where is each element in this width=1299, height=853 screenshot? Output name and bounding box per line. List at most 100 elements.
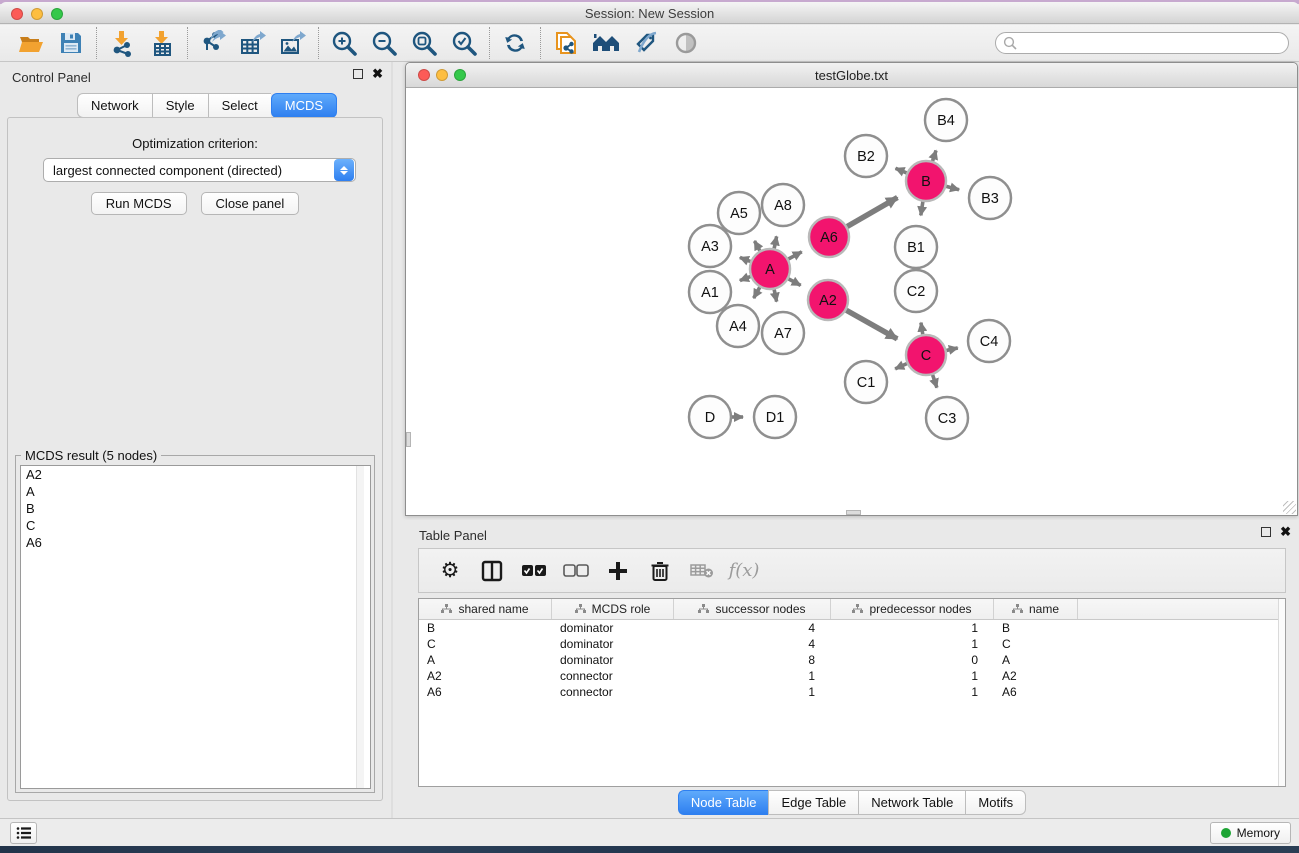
vertical-scroll-thumb[interactable] <box>406 432 411 447</box>
gear-icon: ⚙ <box>441 560 460 581</box>
graph-edge-A6-B[interactable] <box>847 197 897 226</box>
table-tabs: Node Table Edge Table Network Table Moti… <box>405 790 1299 815</box>
table-toolbar: ⚙ <box>418 548 1286 593</box>
search-field[interactable] <box>995 32 1289 54</box>
tab-edge-table[interactable]: Edge Table <box>768 790 858 815</box>
graph-edge-A-A2[interactable] <box>789 279 801 285</box>
graph-node-label: C1 <box>857 375 876 391</box>
delete-table-button[interactable] <box>689 558 715 584</box>
table-cell: A6 <box>994 685 1078 699</box>
close-table-panel-icon[interactable]: ✖ <box>1280 527 1291 537</box>
import-table-button[interactable] <box>147 28 177 58</box>
table-row[interactable]: Cdominator41C <box>419 636 1285 652</box>
graph-edge-A-A4[interactable] <box>754 287 760 298</box>
horizontal-scroll-thumb[interactable] <box>846 510 861 515</box>
graph-edge-C-C3[interactable] <box>933 375 937 388</box>
deselect-all-button[interactable] <box>563 558 589 584</box>
table-row[interactable]: A2connector11A2 <box>419 668 1285 684</box>
table-cell: 1 <box>831 637 994 651</box>
network-window-titlebar[interactable]: testGlobe.txt <box>406 63 1297 88</box>
tab-select[interactable]: Select <box>208 93 271 118</box>
save-floppy-icon <box>59 31 83 55</box>
graph-node-label: A8 <box>774 198 792 214</box>
graph-edge-C-C1[interactable] <box>895 364 907 369</box>
graph-edge-A-A8[interactable] <box>774 236 776 248</box>
network-canvas[interactable]: AA1A2A3A4A5A6A7A8BB1B2B3B4CC1C2C3C4DD1 <box>406 88 1297 515</box>
graph-edge-A-A7[interactable] <box>774 290 776 302</box>
column-panel-button[interactable] <box>479 558 505 584</box>
column-header-shared-name[interactable]: shared name <box>419 599 552 619</box>
mcds-tab-content: Optimization criterion: largest connecte… <box>7 117 383 801</box>
select-all-button[interactable] <box>521 558 547 584</box>
table-row[interactable]: Adominator80A <box>419 652 1285 668</box>
graph-edge-C-C4[interactable] <box>946 348 957 351</box>
zoom-in-button[interactable] <box>329 28 359 58</box>
tab-motifs[interactable]: Motifs <box>965 790 1026 815</box>
mcds-result-item[interactable]: C <box>21 517 370 534</box>
graph-edge-A-A6[interactable] <box>788 252 801 259</box>
search-input[interactable] <box>1021 36 1271 50</box>
export-table-icon <box>239 30 267 57</box>
column-header-predecessor-nodes[interactable]: predecessor nodes <box>831 599 994 619</box>
import-network-button[interactable] <box>107 28 137 58</box>
graph-edge-A-A1[interactable] <box>740 277 751 281</box>
scrollbar-track[interactable] <box>356 466 364 788</box>
mcds-result-list[interactable]: A2ABCA6 <box>20 465 371 789</box>
mcds-result-item[interactable]: B <box>21 500 370 517</box>
graph-edge-A-A5[interactable] <box>754 241 759 251</box>
criterion-dropdown[interactable]: largest connected component (directed) <box>43 158 356 182</box>
import-network-icon <box>109 30 135 57</box>
resize-grip[interactable] <box>1283 501 1296 514</box>
panel-splitter[interactable] <box>391 62 393 818</box>
graph-edge-A-A3[interactable] <box>740 257 751 261</box>
memory-button[interactable]: Memory <box>1210 822 1291 844</box>
graph-edge-C-C2[interactable] <box>921 323 923 335</box>
graph-edge-A2-C[interactable] <box>846 310 897 339</box>
mcds-result-item[interactable]: A <box>21 483 370 500</box>
function-builder-button[interactable]: f(x) <box>731 558 757 584</box>
mcds-result-item[interactable]: A6 <box>21 534 370 551</box>
tab-network-table[interactable]: Network Table <box>858 790 965 815</box>
graph-edge-B-B2[interactable] <box>896 168 907 173</box>
float-panel-icon[interactable] <box>353 69 363 79</box>
export-network-button[interactable] <box>198 28 228 58</box>
zoom-selected-button[interactable] <box>449 28 479 58</box>
run-mcds-button[interactable]: Run MCDS <box>91 192 187 215</box>
table-row[interactable]: Bdominator41B <box>419 620 1285 636</box>
open-file-button[interactable] <box>16 28 46 58</box>
table-settings-button[interactable]: ⚙ <box>437 558 463 584</box>
export-image-button[interactable] <box>278 28 308 58</box>
open-in-cybrowser-button[interactable] <box>591 28 621 58</box>
show-panels-button[interactable] <box>10 822 37 844</box>
column-header-successor-nodes[interactable]: successor nodes <box>674 599 831 619</box>
column-header-MCDS-role[interactable]: MCDS role <box>552 599 674 619</box>
tab-node-table[interactable]: Node Table <box>678 790 769 815</box>
show-graphics-details-button[interactable] <box>671 28 701 58</box>
copy-network-button[interactable] <box>551 28 581 58</box>
zoom-fit-button[interactable] <box>409 28 439 58</box>
close-panel-icon[interactable]: ✖ <box>372 69 383 79</box>
add-column-button[interactable] <box>605 558 631 584</box>
tab-style[interactable]: Style <box>152 93 208 118</box>
zoom-out-button[interactable] <box>369 28 399 58</box>
mcds-result-item[interactable]: A2 <box>21 466 370 483</box>
control-panel-tabs: Network Style Select MCDS <box>77 93 337 118</box>
save-session-button[interactable] <box>56 28 86 58</box>
refresh-network-button[interactable] <box>500 28 530 58</box>
graph-edge-B-B3[interactable] <box>946 186 959 189</box>
table-cell: 1 <box>674 669 831 683</box>
tab-network[interactable]: Network <box>77 93 152 118</box>
tab-mcds[interactable]: MCDS <box>271 93 337 118</box>
float-table-panel-icon[interactable] <box>1261 527 1271 537</box>
graph-edge-B-B1[interactable] <box>921 202 923 216</box>
column-header-name[interactable]: name <box>994 599 1078 619</box>
close-panel-button[interactable]: Close panel <box>201 192 300 215</box>
table-cell: connector <box>552 669 674 683</box>
export-table-button[interactable] <box>238 28 268 58</box>
table-scrollbar[interactable] <box>1278 599 1285 786</box>
delete-column-button[interactable] <box>647 558 673 584</box>
graph-edge-B-B4[interactable] <box>933 150 936 161</box>
graph-node-label: D1 <box>766 410 785 426</box>
table-row[interactable]: A6connector11A6 <box>419 684 1285 700</box>
hide-labels-button[interactable] <box>631 28 661 58</box>
